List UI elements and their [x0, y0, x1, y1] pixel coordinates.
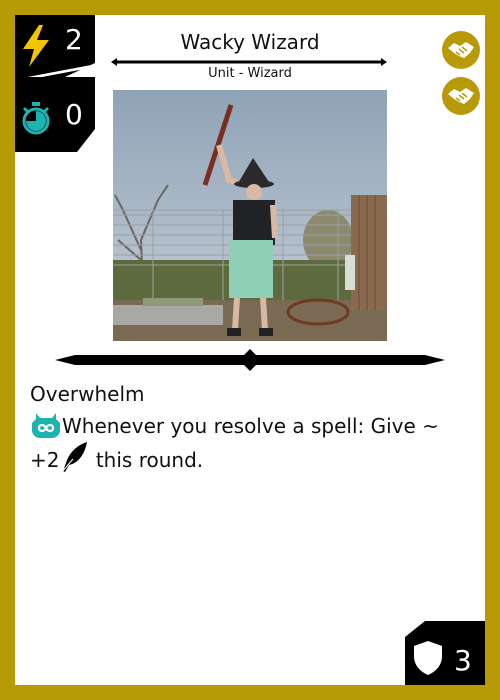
section-divider: [55, 349, 445, 371]
card-art: [113, 90, 387, 341]
card-face: 2 0 Wacky Wizard Unit - Wizard Overwhelm…: [15, 15, 485, 685]
ability-name: Overwhelm: [30, 382, 145, 406]
ability-text-part2: this round.: [89, 448, 204, 472]
card-type-line: Unit - Wizard: [208, 66, 292, 81]
defense-value: 3: [454, 644, 472, 677]
handshake-icon: [442, 31, 480, 69]
delay-badge: 0: [15, 63, 95, 152]
feather-quill-icon: [62, 442, 88, 473]
shield-icon: [414, 641, 442, 675]
cost-value: 2: [65, 23, 83, 56]
handshake-icon: [442, 77, 480, 115]
card-title: Wacky Wizard: [180, 30, 320, 54]
stopwatch-icon: [22, 102, 50, 135]
cost-badge: 2: [15, 15, 95, 81]
ability-text: Whenever you resolve a spell: Give ~ +2 …: [30, 409, 460, 475]
lightning-bolt-icon: [23, 25, 49, 67]
delay-value: 0: [65, 98, 83, 131]
infinity-owl-icon: [32, 413, 60, 439]
game-card[interactable]: 2 0 Wacky Wizard Unit - Wizard Overwhelm…: [0, 0, 500, 700]
defense-badge: 3: [405, 621, 485, 685]
